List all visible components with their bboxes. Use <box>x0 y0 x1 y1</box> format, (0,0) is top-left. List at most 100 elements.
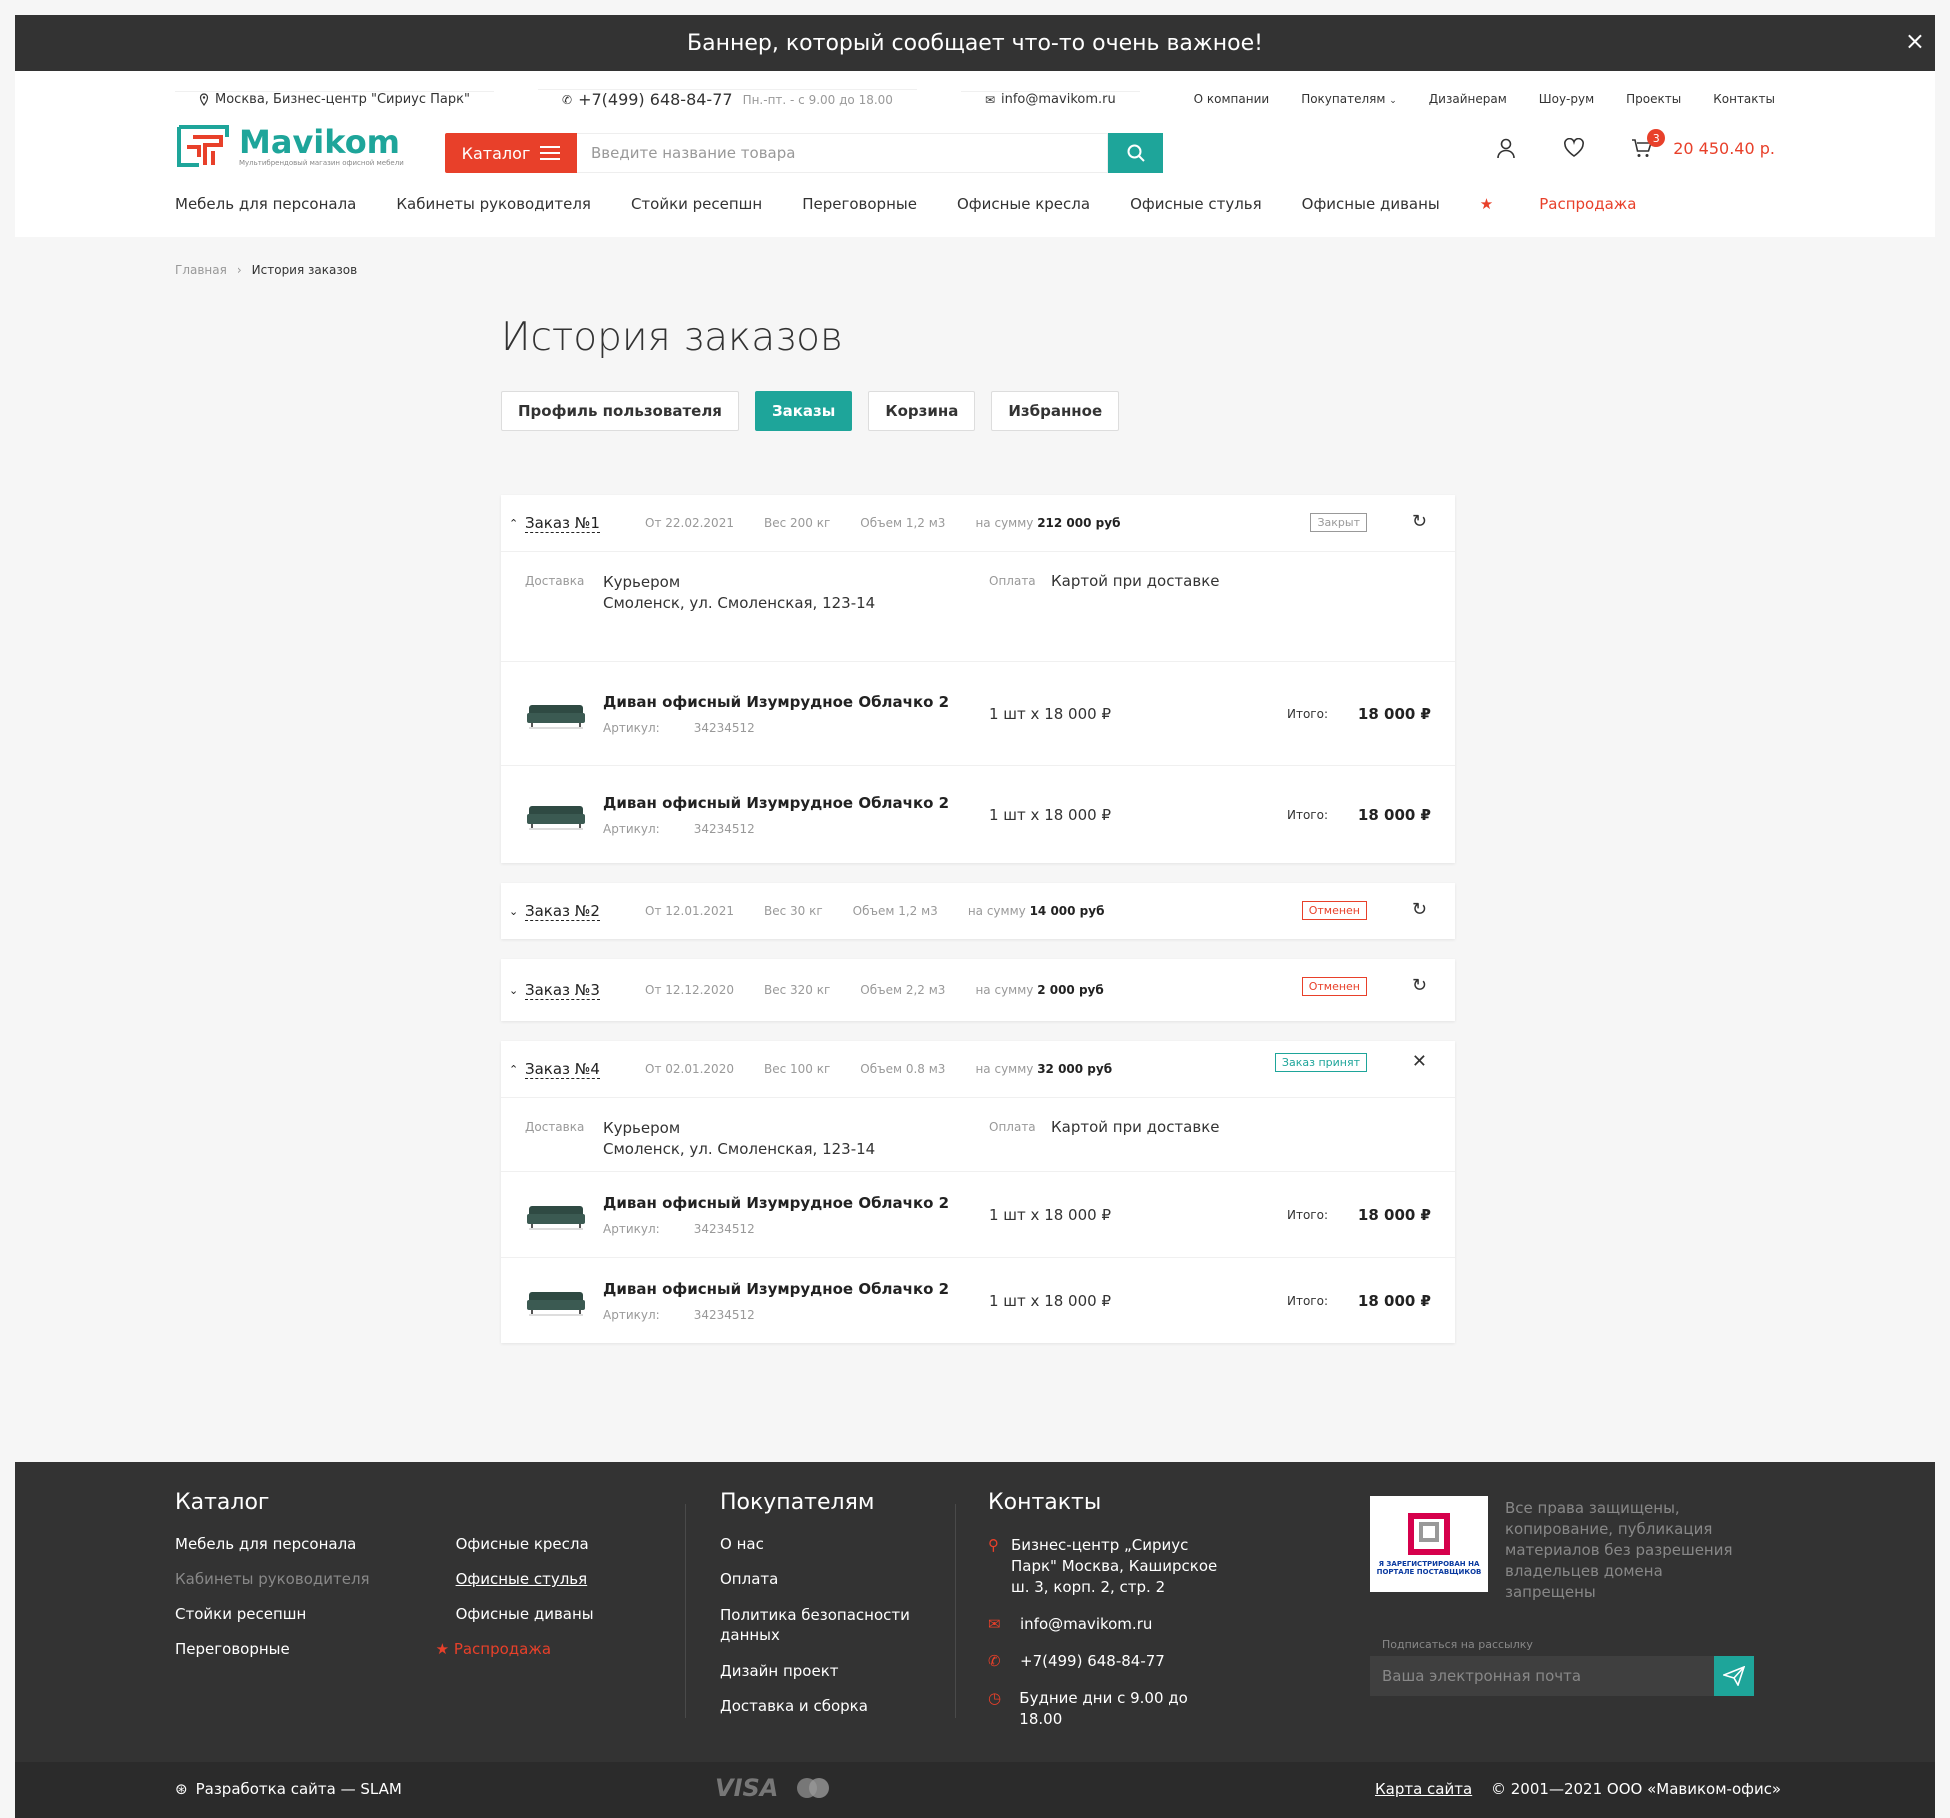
footer-link-design[interactable]: Дизайн проект <box>720 1662 920 1680</box>
footer-link-chairs[interactable]: Офисные стулья <box>456 1570 594 1588</box>
top-nav-buyers[interactable]: Покупателям ⌄ <box>1301 92 1397 106</box>
order-weight: Вес 320 кг <box>763 983 831 997</box>
footer-link-meeting[interactable]: Переговорные <box>175 1640 370 1658</box>
top-nav-projects[interactable]: Проекты <box>1626 92 1681 106</box>
supplier-portal-seal[interactable]: Я ЗАРЕГИСТРИРОВАН НА ПОРТАЛЕ ПОСТАВЩИКОВ <box>1370 1496 1488 1592</box>
sofa-thumbnail[interactable] <box>525 697 587 731</box>
footer-link-sale[interactable]: ★ Распродажа <box>436 1640 594 1658</box>
sofa-thumbnail[interactable] <box>525 798 587 832</box>
top-nav-buyers-label: Покупателям <box>1301 92 1386 106</box>
order-header[interactable]: ⌃ Заказ №1 От 22.02.2021 Вес 200 кг Объем… <box>501 495 1455 551</box>
user-icon[interactable] <box>1495 137 1517 159</box>
contact-email[interactable]: ✉ info@mavikom.ru <box>988 1614 1228 1635</box>
nav-staff-furniture[interactable]: Мебель для персонала <box>175 195 356 213</box>
top-nav-designers[interactable]: Дизайнерам <box>1429 92 1507 106</box>
developer-credit[interactable]: ⊛ Разработка сайта — SLAM <box>175 1780 402 1798</box>
search-input[interactable]: Введите название товара <box>577 133 1108 173</box>
footer-link-payment[interactable]: Оплата <box>720 1570 920 1588</box>
repeat-order-icon[interactable]: ↻ <box>1412 511 1427 532</box>
nav-reception[interactable]: Стойки ресепшн <box>631 195 762 213</box>
address-text: Москва, Бизнес-центр "Сириус Парк" <box>215 92 470 107</box>
banner-text: Баннер, который сообщает что-то очень ва… <box>687 30 1263 56</box>
order-header[interactable]: ⌃ Заказ №4 От 02.01.2020 Вес 100 кг Объем… <box>501 1041 1455 1097</box>
catalog-button[interactable]: Каталог <box>445 133 577 173</box>
nav-executive-cabinets[interactable]: Кабинеты руководителя <box>396 195 591 213</box>
heart-icon[interactable] <box>1563 138 1585 158</box>
tab-cart[interactable]: Корзина <box>868 391 976 431</box>
item-name[interactable]: Диван офисный Изумрудное Облачко 2 <box>603 693 949 711</box>
nav-office-armchairs[interactable]: Офисные кресла <box>957 195 1090 213</box>
banner-close-icon[interactable]: × <box>1905 27 1925 55</box>
order-title[interactable]: Заказ №4 <box>525 1060 600 1079</box>
order-weight: Вес 100 кг <box>763 1062 831 1076</box>
tab-favorites[interactable]: Избранное <box>991 391 1120 431</box>
footer-link-privacy[interactable]: Политика безопасности данных <box>720 1605 920 1645</box>
item-name[interactable]: Диван офисный Изумрудное Облачко 2 <box>603 1280 949 1298</box>
order-date: От 12.12.2020 <box>645 983 734 997</box>
item-name[interactable]: Диван офисный Изумрудное Облачко 2 <box>603 1194 949 1212</box>
repeat-order-icon[interactable]: ↻ <box>1412 899 1427 920</box>
order-card: ⌄ Заказ №2 От 12.01.2021 Вес 30 кг Объем … <box>501 883 1455 939</box>
nav-meeting-rooms[interactable]: Переговорные <box>802 195 917 213</box>
nav-office-sofas[interactable]: Офисные диваны <box>1302 195 1440 213</box>
contact-hours-text: Будние дни с 9.00 до 18.00 <box>1019 1689 1188 1728</box>
send-icon <box>1723 1666 1745 1686</box>
close-icon[interactable]: ✕ <box>1412 1051 1427 1072</box>
tab-orders[interactable]: Заказы <box>754 391 853 431</box>
page-title: История заказов <box>501 315 843 360</box>
cart-button[interactable]: 3 20 450.40 р. <box>1631 129 1775 159</box>
site-logo[interactable]: Mavikom Мультибрендовый магазин офисной … <box>175 123 404 169</box>
footer-link-staff[interactable]: Мебель для персонала <box>175 1535 370 1553</box>
order-header[interactable]: ⌄ Заказ №3 От 12.12.2020 Вес 320 кг Объем… <box>501 959 1455 1021</box>
footer-link-armchairs[interactable]: Офисные кресла <box>456 1535 594 1553</box>
nav-sale-label: Распродажа <box>1539 195 1637 213</box>
order-title[interactable]: Заказ №2 <box>525 902 600 921</box>
order-sum-label: на сумму <box>967 904 1026 918</box>
phone[interactable]: ✆ +7(499) 648-84-77 Пн.-пт. - с 9.00 до … <box>538 89 917 109</box>
contact-hours: ◷ Будние дни с 9.00 до 18.00 <box>988 1688 1228 1730</box>
order-title[interactable]: Заказ №1 <box>525 514 600 533</box>
nav-office-chairs[interactable]: Офисные стулья <box>1130 195 1262 213</box>
chevron-down-icon: ⌄ <box>1389 96 1397 106</box>
order-header[interactable]: ⌄ Заказ №2 От 12.01.2021 Вес 30 кг Объем … <box>501 883 1455 939</box>
sofa-thumbnail[interactable] <box>525 1198 587 1232</box>
order-item: Диван офисный Изумрудное Облачко 2 Артику… <box>501 1257 1455 1343</box>
order-card: ⌄ Заказ №3 От 12.12.2020 Вес 320 кг Объем… <box>501 959 1455 1021</box>
supplier-portal-logo-icon <box>1408 1513 1450 1555</box>
phone-text: +7(499) 648-84-77 <box>578 90 733 109</box>
footer-link-delivery[interactable]: Доставка и сборка <box>720 1697 920 1715</box>
article-label: Артикул: <box>603 720 660 735</box>
location-pin-icon <box>199 93 209 106</box>
nav-sale[interactable]: ★ Распродажа <box>1480 195 1677 213</box>
footer-link-reception[interactable]: Стойки ресепшн <box>175 1605 370 1623</box>
order-title[interactable]: Заказ №3 <box>525 981 600 1000</box>
contact-phone-text: +7(499) 648-84-77 <box>1020 1652 1165 1670</box>
article-value: 34234512 <box>693 1307 755 1322</box>
order-sum-value: 32 000 руб <box>1037 1062 1113 1076</box>
top-nav: О компании Покупателям ⌄ Дизайнерам Шоу-… <box>1194 92 1775 106</box>
article-label: Артикул: <box>603 1221 660 1236</box>
contact-phone[interactable]: ✆ +7(499) 648-84-77 <box>988 1651 1228 1672</box>
delivery-label: Доставка <box>525 574 585 588</box>
search-button[interactable] <box>1108 133 1163 173</box>
sofa-thumbnail[interactable] <box>525 1284 587 1318</box>
item-name[interactable]: Диван офисный Изумрудное Облачко 2 <box>603 794 949 812</box>
top-nav-about[interactable]: О компании <box>1194 92 1270 106</box>
footer-link-about[interactable]: О нас <box>720 1535 920 1553</box>
tab-profile[interactable]: Профиль пользователя <box>501 391 739 431</box>
sitemap-link[interactable]: Карта сайта <box>1375 1780 1472 1798</box>
footer-link-executive[interactable]: Кабинеты руководителя <box>175 1570 370 1588</box>
repeat-order-icon[interactable]: ↻ <box>1412 975 1427 996</box>
copyright: © 2001—2021 ООО «Мавиком-офис» <box>1491 1780 1782 1798</box>
breadcrumb-home[interactable]: Главная <box>175 263 227 277</box>
item-quantity: 1 шт х 18 000 ₽ <box>989 1205 1111 1224</box>
subscribe-email-input[interactable]: Ваша электронная почта <box>1370 1656 1714 1696</box>
phone-icon: ✆ <box>562 92 573 107</box>
address[interactable]: Москва, Бизнес-центр "Сириус Парк" <box>175 91 494 107</box>
top-nav-contacts[interactable]: Контакты <box>1713 92 1775 106</box>
top-nav-showroom[interactable]: Шоу-рум <box>1539 92 1594 106</box>
footer-link-sofas[interactable]: Офисные диваны <box>456 1605 594 1623</box>
subscribe-button[interactable] <box>1714 1656 1754 1696</box>
footer-sale-label: Распродажа <box>453 1640 552 1658</box>
email-link[interactable]: ✉ info@mavikom.ru <box>960 91 1140 107</box>
